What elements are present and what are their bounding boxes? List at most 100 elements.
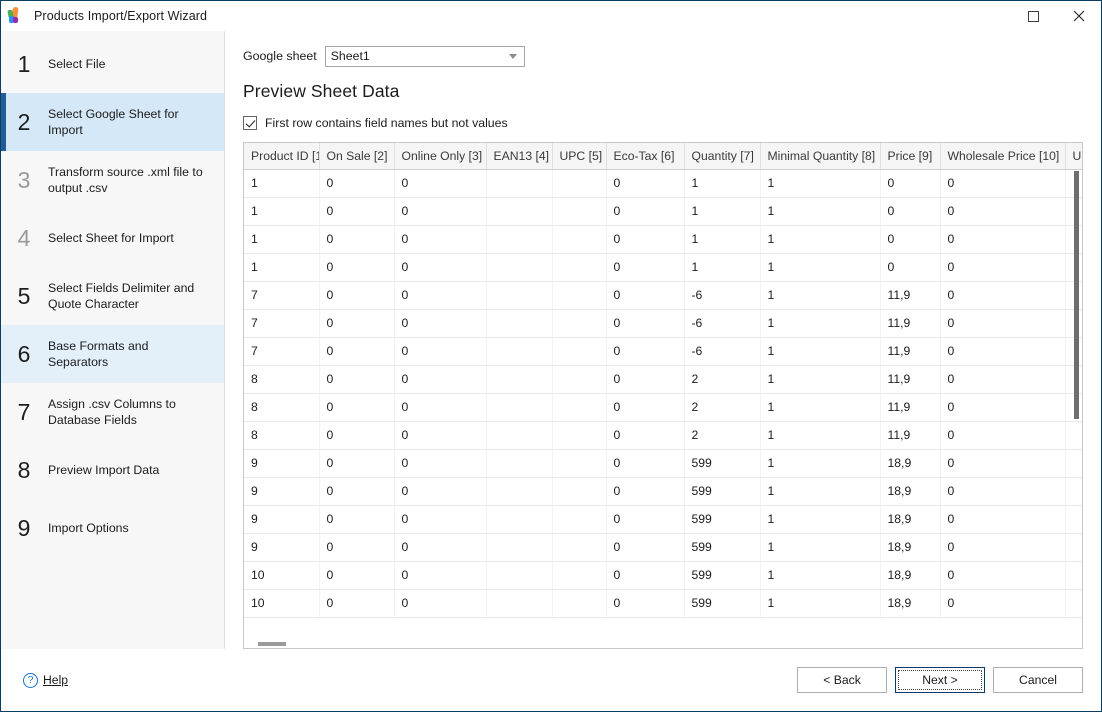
table-row[interactable]: 7 0 0 0 -6 1 11,9 0 (244, 309, 1082, 338)
table-cell[interactable] (486, 477, 553, 506)
table-cell[interactable]: 1 (760, 365, 881, 394)
table-cell[interactable]: 0 (394, 365, 487, 394)
table-cell[interactable]: 0 (319, 393, 395, 422)
back-button[interactable]: < Back (797, 667, 887, 693)
table-cell[interactable] (486, 449, 553, 478)
table-cell[interactable]: 0 (940, 449, 1066, 478)
table-cell[interactable]: 1 (760, 281, 881, 310)
table-cell[interactable]: 599 (684, 505, 761, 534)
table-cell[interactable]: 0 (319, 533, 395, 562)
table-cell[interactable] (552, 309, 607, 338)
sidebar-step-5[interactable]: 5 Select Fields Delimiter and Quote Char… (1, 267, 224, 325)
table-cell[interactable] (552, 561, 607, 590)
sidebar-step-4[interactable]: 4 Select Sheet for Import (1, 209, 224, 267)
table-cell[interactable] (486, 589, 553, 618)
table-cell[interactable]: 0 (394, 169, 487, 198)
table-cell[interactable]: 1 (244, 253, 320, 282)
table-cell[interactable] (552, 169, 607, 198)
column-header[interactable]: Quantity [7] (684, 143, 761, 170)
table-cell[interactable]: 0 (940, 253, 1066, 282)
table-cell[interactable]: 0 (319, 197, 395, 226)
table-cell[interactable]: 0 (394, 561, 487, 590)
table-cell[interactable]: 599 (684, 477, 761, 506)
table-cell[interactable]: 2 (684, 393, 761, 422)
table-row[interactable]: 8 0 0 0 2 1 11,9 0 (244, 393, 1082, 422)
table-cell[interactable]: 11,9 (880, 365, 941, 394)
table-cell[interactable] (486, 337, 553, 366)
table-cell[interactable] (486, 169, 553, 198)
table-cell[interactable]: 1 (760, 393, 881, 422)
table-cell[interactable]: 18,9 (880, 477, 941, 506)
table-cell[interactable] (552, 589, 607, 618)
table-row[interactable]: 10001100 (244, 169, 1082, 198)
table-cell[interactable] (552, 393, 607, 422)
table-cell[interactable]: 9 (244, 477, 320, 506)
table-cell[interactable]: 1 (760, 533, 881, 562)
table-cell[interactable]: 7 (244, 309, 320, 338)
cancel-button[interactable]: Cancel (993, 667, 1083, 693)
table-cell[interactable] (552, 253, 607, 282)
table-cell[interactable]: 0 (319, 589, 395, 618)
table-cell[interactable]: 0 (394, 197, 487, 226)
table-cell[interactable]: 0 (394, 309, 487, 338)
sidebar-step-7[interactable]: 7 Assign .csv Columns to Database Fields (1, 383, 224, 441)
column-header[interactable]: Unity [11] (1065, 143, 1082, 170)
table-row[interactable]: 10 0 0 0 599 1 18,9 0 (244, 561, 1082, 590)
table-cell[interactable]: 599 (684, 589, 761, 618)
table-cell[interactable]: 9 (244, 449, 320, 478)
table-cell[interactable]: 0 (880, 197, 941, 226)
table-row[interactable]: 9 0 0 0 599 1 18,9 0 (244, 533, 1082, 562)
column-header[interactable]: Minimal Quantity [8] (760, 143, 881, 170)
table-cell[interactable]: 0 (319, 281, 395, 310)
table-cell[interactable] (552, 281, 607, 310)
table-cell[interactable]: 18,9 (880, 449, 941, 478)
table-cell[interactable]: 1 (760, 561, 881, 590)
table-cell[interactable]: 0 (319, 169, 395, 198)
table-cell[interactable]: 2 (684, 421, 761, 450)
table-cell[interactable] (552, 533, 607, 562)
column-header[interactable]: Price [9] (880, 143, 941, 170)
table-cell[interactable] (552, 337, 607, 366)
table-cell[interactable]: 0 (606, 337, 685, 366)
table-cell[interactable]: 0 (394, 281, 487, 310)
table-cell[interactable]: 0 (606, 225, 685, 254)
table-cell[interactable]: 1 (760, 337, 881, 366)
table-cell[interactable]: 9 (244, 533, 320, 562)
sidebar-step-8[interactable]: 8 Preview Import Data (1, 441, 224, 499)
table-cell[interactable]: 0 (606, 309, 685, 338)
table-cell[interactable]: 10 (244, 589, 320, 618)
table-cell[interactable]: 0 (940, 561, 1066, 590)
table-cell[interactable]: 0 (940, 421, 1066, 450)
table-cell[interactable]: 0 (606, 589, 685, 618)
column-header[interactable]: On Sale [2] (319, 143, 395, 170)
table-cell[interactable]: 0 (940, 393, 1066, 422)
table-cell[interactable]: 0 (880, 169, 941, 198)
table-cell[interactable] (486, 421, 553, 450)
table-cell[interactable]: 0 (606, 477, 685, 506)
close-icon[interactable] (1056, 1, 1101, 31)
table-row[interactable]: 8 0 0 0 2 1 11,9 0 (244, 421, 1082, 450)
table-cell[interactable]: 599 (684, 533, 761, 562)
table-cell[interactable]: 0 (940, 337, 1066, 366)
table-row[interactable]: 7 0 0 0 -6 1 11,9 0 (244, 337, 1082, 366)
table-cell[interactable]: 0 (394, 253, 487, 282)
table-cell[interactable]: 2 (684, 365, 761, 394)
table-cell[interactable] (552, 449, 607, 478)
table-cell[interactable] (486, 253, 553, 282)
table-cell[interactable]: 0 (606, 533, 685, 562)
table-cell[interactable]: 0 (606, 449, 685, 478)
table-cell[interactable]: 0 (606, 365, 685, 394)
table-cell[interactable]: 10 (244, 561, 320, 590)
table-row[interactable]: 8 0 0 0 2 1 11,9 0 (244, 365, 1082, 394)
table-cell[interactable]: 0 (394, 449, 487, 478)
table-cell[interactable]: 18,9 (880, 505, 941, 534)
table-cell[interactable]: 0 (394, 505, 487, 534)
column-header[interactable]: Wholesale Price [10] (940, 143, 1066, 170)
table-cell[interactable]: 9 (244, 505, 320, 534)
table-row[interactable]: 10 0 0 0 599 1 18,9 0 (244, 589, 1082, 618)
table-cell[interactable] (486, 505, 553, 534)
table-cell[interactable]: 1 (244, 225, 320, 254)
table-cell[interactable]: 0 (394, 393, 487, 422)
table-cell[interactable]: 0 (394, 337, 487, 366)
table-cell[interactable]: 0 (319, 337, 395, 366)
